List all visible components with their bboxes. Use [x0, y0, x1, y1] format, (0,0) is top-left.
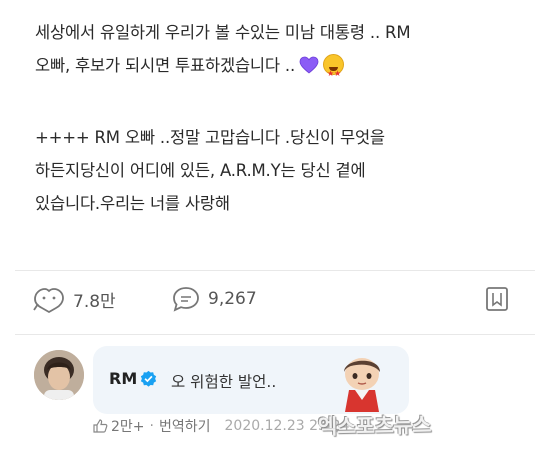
- post-body: 세상에서 유일하게 우리가 볼 수있는 미남 대통령 .. RM 오빠, 후보가…: [35, 16, 525, 220]
- thumb-up-icon[interactable]: [92, 418, 108, 434]
- divider: [15, 334, 535, 335]
- purple-heart-emoji-icon: [299, 52, 319, 74]
- like-icon: [33, 288, 64, 314]
- reply-author[interactable]: RM: [109, 369, 137, 388]
- comment-button[interactable]: 9,267: [170, 284, 257, 314]
- comment-count: 9,267: [208, 289, 257, 309]
- post-paragraph-2: ++++ RM 오빠 ..정말 고맙습니다 .당신이 무엇을 하든지당신이 어디…: [35, 128, 385, 213]
- post-paragraph-1: 세상에서 유일하게 우리가 볼 수있는 미남 대통령 .. RM 오빠, 후보가…: [35, 16, 525, 90]
- reply-like-count[interactable]: 2만+: [111, 416, 145, 436]
- star-struck-emoji-icon: [323, 54, 345, 90]
- action-bar: 7.8만 9,267: [0, 270, 550, 326]
- bookmark-button[interactable]: [484, 285, 510, 317]
- reply-bubble: RM 오 위험한 발언..: [93, 346, 409, 414]
- translate-link[interactable]: 번역하기: [159, 416, 211, 436]
- avatar[interactable]: [34, 350, 84, 400]
- reply-meta: 2만+ · 번역하기 2020.12.23 23:24: [92, 416, 349, 436]
- comment-icon: [173, 287, 199, 312]
- chibi-sticker-icon: [344, 358, 380, 412]
- like-count: 7.8만: [73, 291, 116, 312]
- reply-text: 오 위험한 발언..: [171, 373, 277, 391]
- bookmark-icon: [486, 287, 508, 311]
- watermark: 엑스포츠뉴스: [317, 413, 432, 439]
- meta-separator: ·: [149, 418, 154, 434]
- like-button[interactable]: 7.8만: [31, 284, 116, 314]
- reply-item: RM 오 위험한 발언.. 2만+ · 번역하기 2020.12.23 23:2…: [0, 336, 550, 464]
- verified-badge-icon: [140, 370, 157, 387]
- post-text-1: 세상에서 유일하게 우리가 볼 수있는 미남 대통령 .. RM 오빠, 후보가…: [35, 23, 411, 75]
